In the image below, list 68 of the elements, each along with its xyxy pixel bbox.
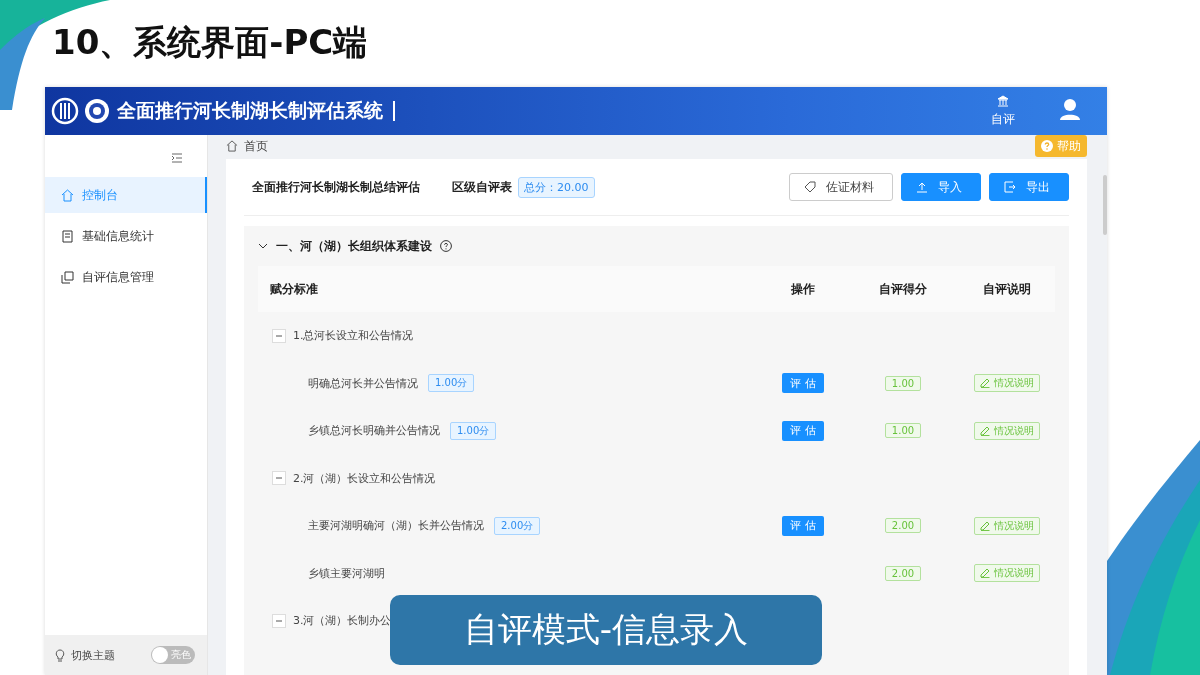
column-header: 自评说明: [982, 280, 1032, 298]
minus-icon: [276, 475, 282, 482]
logo-icon: [51, 97, 79, 125]
points-tag: 2.00分: [494, 516, 541, 535]
note-button[interactable]: 情况说明: [974, 564, 1040, 583]
card-title: 全面推行河长制湖长制总结评估: [252, 178, 420, 196]
pencil-icon: [980, 425, 990, 436]
home-icon: [226, 140, 238, 152]
copy-icon: [61, 270, 74, 284]
home-icon: [61, 188, 74, 202]
section-title: 一、河（湖）长组织体系建设: [276, 237, 432, 255]
collapse-toggle[interactable]: [272, 471, 286, 486]
pencil-icon: [980, 378, 990, 389]
self-eval-nav[interactable]: 自评: [991, 94, 1015, 128]
sidebar-item[interactable]: 自评信息管理: [45, 259, 207, 295]
help-button[interactable]: 帮助: [1035, 135, 1087, 157]
emblem-icon: [83, 97, 111, 125]
bulb-icon: [55, 648, 65, 662]
card-subtitle: 区级自评表: [452, 178, 512, 196]
criterion-label: 明确总河长并公告情况: [308, 375, 418, 391]
collapse-icon[interactable]: [171, 153, 183, 163]
pencil-icon: [980, 520, 990, 531]
points-tag: 1.00分: [428, 374, 475, 393]
chevron-down-icon[interactable]: [258, 241, 268, 251]
tag-icon: [804, 181, 816, 193]
sidebar-item[interactable]: 基础信息统计: [45, 218, 207, 254]
minus-icon: [276, 617, 282, 624]
group-label: 3.河（湖）长制办公: [293, 613, 392, 629]
evaluate-button[interactable]: 评 估: [782, 420, 824, 441]
total-score-badge: 总分：20.00: [518, 176, 595, 198]
note-button[interactable]: 情况说明: [974, 421, 1040, 440]
document-icon: [61, 229, 74, 243]
group-label: 1.总河长设立和公告情况: [293, 328, 414, 344]
app-title: 全面推行河长制湖长制评估系统: [117, 98, 383, 123]
column-header: 自评得分: [878, 280, 928, 298]
evaluate-button[interactable]: 评 估: [782, 515, 824, 536]
group-label: 2.河（湖）长设立和公告情况: [293, 470, 436, 486]
slide-title: 10、系统界面-PC端: [52, 21, 368, 64]
note-button[interactable]: 情况说明: [974, 516, 1040, 535]
criterion-label: 乡镇主要河湖明: [308, 565, 385, 581]
score-tag: 1.00: [884, 375, 922, 391]
theme-label: 切换主题: [71, 647, 115, 663]
minus-icon: [276, 332, 282, 339]
note-button[interactable]: 情况说明: [974, 374, 1040, 393]
caption-banner: 自评模式-信息录入: [390, 595, 822, 665]
export-button[interactable]: 导出: [989, 173, 1069, 201]
criterion-label: 主要河湖明确河（湖）长并公告情况: [308, 518, 484, 534]
help-icon: [1041, 140, 1053, 152]
help-icon[interactable]: [440, 240, 452, 252]
evaluate-button[interactable]: 评 估: [782, 373, 824, 394]
bank-icon: [997, 94, 1009, 107]
collapse-toggle[interactable]: [272, 613, 286, 628]
evidence-button[interactable]: 佐证材料: [789, 173, 893, 201]
export-icon: [1004, 181, 1016, 193]
upload-icon: [916, 181, 928, 193]
score-tag: 2.00: [884, 565, 922, 581]
theme-toggle[interactable]: 亮色: [151, 646, 195, 664]
column-header: 操作: [790, 280, 816, 298]
points-tag: 1.00分: [450, 421, 497, 440]
pencil-icon: [980, 568, 990, 579]
collapse-toggle[interactable]: [272, 328, 286, 343]
sidebar-item[interactable]: 控制台: [45, 177, 207, 213]
column-header: 赋分标准: [270, 280, 319, 298]
criterion-label: 乡镇总河长明确并公告情况: [308, 423, 440, 439]
import-button[interactable]: 导入: [901, 173, 981, 201]
score-tag: 1.00: [884, 423, 922, 439]
score-tag: 2.00: [884, 518, 922, 534]
breadcrumb[interactable]: 首页: [226, 137, 268, 155]
